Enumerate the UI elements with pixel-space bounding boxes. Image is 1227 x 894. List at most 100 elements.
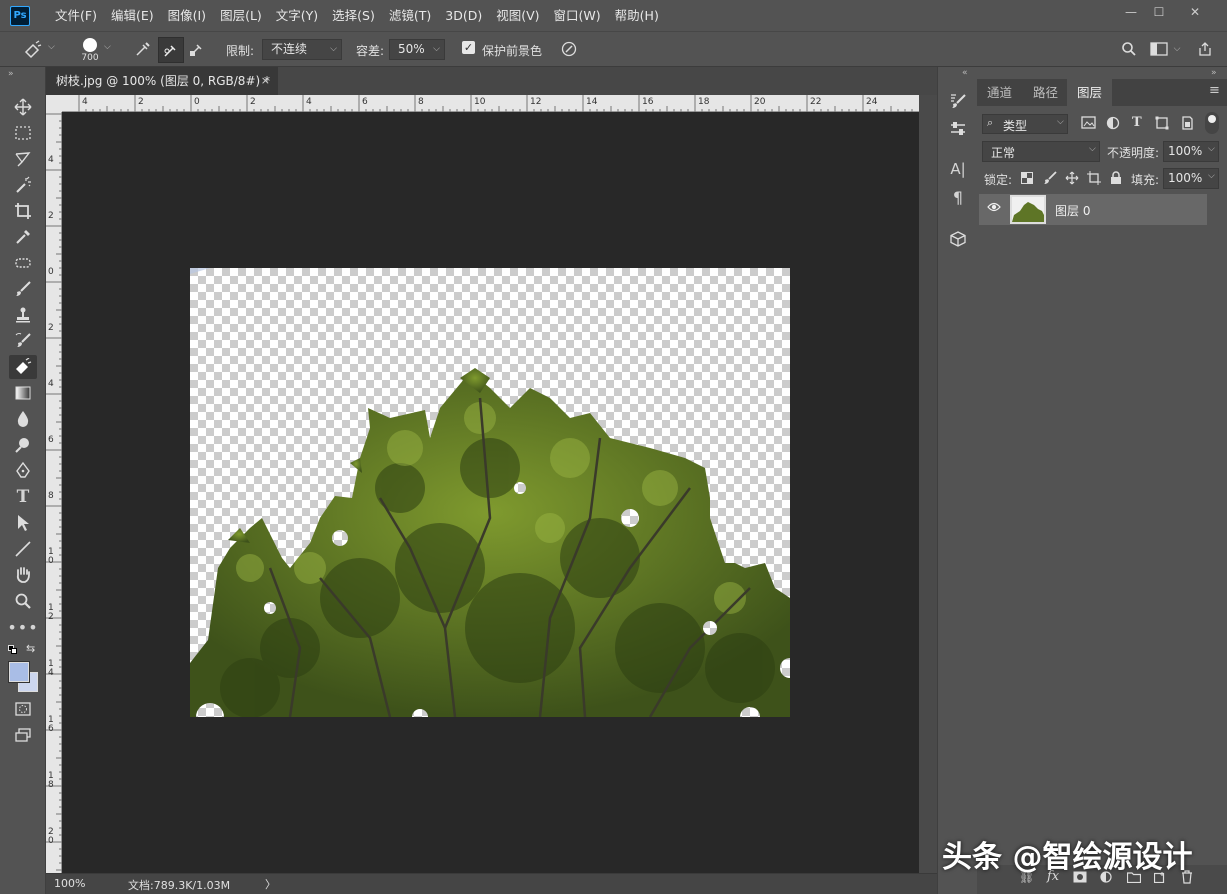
document-canvas[interactable]	[190, 268, 790, 717]
move-tool[interactable]	[9, 95, 37, 119]
brush-tool[interactable]	[9, 277, 37, 301]
tolerance-input[interactable]: 50% ⌵	[389, 39, 445, 60]
eyedropper-tool[interactable]	[9, 225, 37, 249]
brush-settings-button[interactable]	[947, 90, 969, 112]
more-tools-button[interactable]: •••	[7, 615, 37, 639]
layer-name[interactable]: 图层 0	[1055, 202, 1090, 219]
close-window-button[interactable]: ✕	[1184, 4, 1206, 20]
status-menu-arrow[interactable]: 〉	[265, 876, 276, 892]
default-colors-icon[interactable]	[8, 645, 18, 655]
history-brush-tool[interactable]	[9, 329, 37, 353]
type-tool[interactable]: T	[9, 485, 37, 509]
lock-image-pixels-button[interactable]	[1043, 171, 1057, 185]
opacity-input[interactable]: 100% ⌵	[1163, 141, 1219, 162]
sampling-continuous-button[interactable]	[132, 37, 154, 61]
limit-dropdown[interactable]: 不连续 ⌵	[262, 39, 342, 60]
line-tool[interactable]	[9, 537, 37, 561]
close-tab-icon[interactable]: ×	[261, 67, 270, 95]
filter-shape-layers-button[interactable]	[1155, 116, 1169, 130]
fill-input[interactable]: 100% ⌵	[1163, 168, 1219, 189]
filter-adjustment-layers-button[interactable]	[1106, 116, 1120, 130]
tab-channels[interactable]: 通道	[977, 79, 1022, 106]
dodge-tool[interactable]	[9, 433, 37, 457]
filter-type-layers-button[interactable]: T	[1132, 115, 1142, 130]
tool-preset-picker[interactable]	[20, 38, 46, 60]
background-eraser-tool[interactable]	[9, 355, 37, 379]
brush-size-picker[interactable]: 700	[76, 34, 104, 66]
screen-mode-button[interactable]	[9, 723, 37, 747]
zoom-tool[interactable]	[9, 589, 37, 613]
pressure-size-button[interactable]	[558, 38, 580, 60]
3d-panel-button[interactable]	[947, 228, 969, 250]
sampling-background-swatch-button[interactable]	[186, 37, 208, 61]
paragraph-panel-button[interactable]: ¶	[947, 186, 969, 208]
character-panel-button[interactable]: A|	[947, 158, 969, 180]
vertical-ruler[interactable]: 4 2 0 2 4 6 8 1 0 1 2 1 4 1 6 1 8 2 0	[46, 112, 62, 873]
protect-foreground-checkbox[interactable]: ✓	[462, 41, 475, 54]
ruler-origin[interactable]	[46, 95, 62, 112]
menu-help[interactable]: 帮助(H)	[608, 0, 666, 31]
swap-colors-icon[interactable]: ⇆	[26, 642, 35, 655]
lock-position-button[interactable]	[1065, 171, 1079, 185]
magic-wand-tool[interactable]	[9, 173, 37, 197]
document-size-info: 文档:789.3K/1.03M	[128, 879, 231, 892]
collapse-panels-icon[interactable]: «	[962, 68, 968, 78]
horizontal-ruler[interactable]: 4 2 0 2 4 6 8 10 12 14 16 18 20 22 24	[62, 95, 919, 112]
tab-paths[interactable]: 路径	[1023, 79, 1068, 106]
chevron-down-icon[interactable]: ⌵	[104, 42, 111, 52]
filter-smart-objects-button[interactable]	[1180, 116, 1194, 130]
crop-tool[interactable]	[9, 199, 37, 223]
patch-tool[interactable]	[9, 251, 37, 275]
vertical-scrollbar[interactable]	[919, 95, 937, 873]
chevron-down-icon[interactable]: ⌵	[48, 42, 55, 52]
layer-thumbnail[interactable]	[1010, 195, 1046, 224]
adjustments-button[interactable]	[947, 118, 969, 140]
quick-mask-button[interactable]	[9, 697, 37, 721]
path-selection-tool[interactable]	[9, 511, 37, 535]
menu-filter[interactable]: 滤镜(T)	[382, 0, 438, 31]
menu-file[interactable]: 文件(F)	[48, 0, 104, 31]
blend-mode-dropdown[interactable]: 正常 ⌵	[982, 141, 1100, 162]
lock-transparent-pixels-button[interactable]	[1021, 172, 1033, 184]
hand-tool[interactable]	[9, 563, 37, 587]
tab-layers[interactable]: 图层	[1067, 79, 1113, 106]
ruler-label: 22	[810, 97, 822, 107]
panel-icon-strip: « A| ¶	[937, 67, 977, 894]
photoshop-logo[interactable]: Ps	[10, 5, 30, 26]
lock-all-button[interactable]	[1110, 171, 1122, 185]
menu-3d[interactable]: 3D(D)	[438, 0, 489, 31]
sampling-once-button[interactable]	[158, 37, 184, 63]
share-button[interactable]	[1194, 38, 1216, 60]
filter-toggle-switch[interactable]	[1205, 112, 1219, 134]
fill-value: 100%	[1168, 171, 1203, 185]
expand-panels-icon[interactable]: »	[1211, 68, 1217, 78]
menu-select[interactable]: 选择(S)	[325, 0, 382, 31]
blur-tool[interactable]	[9, 407, 37, 431]
gradient-tool[interactable]	[9, 381, 37, 405]
canvas-area[interactable]	[62, 112, 919, 873]
search-button[interactable]	[1118, 38, 1140, 60]
minimize-button[interactable]: —	[1120, 4, 1142, 20]
menu-view[interactable]: 视图(V)	[489, 0, 546, 31]
layer-row[interactable]: 图层 0	[979, 194, 1207, 225]
menu-image[interactable]: 图像(I)	[161, 0, 213, 31]
layer-visibility-eye-icon[interactable]	[987, 201, 1001, 213]
workspace-switcher[interactable]: ⌵	[1146, 38, 1184, 60]
menu-edit[interactable]: 编辑(E)	[104, 0, 161, 31]
filter-pixel-layers-button[interactable]	[1081, 116, 1097, 130]
foreground-color-swatch[interactable]	[8, 661, 30, 683]
lock-artboard-button[interactable]	[1087, 171, 1101, 185]
menu-layer[interactable]: 图层(L)	[213, 0, 269, 31]
panel-menu-icon[interactable]: ≡	[1209, 83, 1220, 98]
clone-stamp-tool[interactable]	[9, 303, 37, 327]
menu-window[interactable]: 窗口(W)	[547, 0, 608, 31]
layer-filter-dropdown[interactable]: ⌕ 类型 ⌵	[982, 114, 1068, 134]
lasso-tool[interactable]	[9, 147, 37, 171]
zoom-level[interactable]: 100%	[54, 877, 85, 890]
document-tab[interactable]: 树枝.jpg @ 100% (图层 0, RGB/8#) * ×	[46, 67, 278, 95]
menu-type[interactable]: 文字(Y)	[269, 0, 325, 31]
pen-tool[interactable]	[9, 459, 37, 483]
marquee-tool[interactable]	[9, 121, 37, 145]
maximize-button[interactable]: ☐	[1148, 4, 1170, 20]
collapse-toolbar-icon[interactable]: »	[8, 69, 14, 79]
